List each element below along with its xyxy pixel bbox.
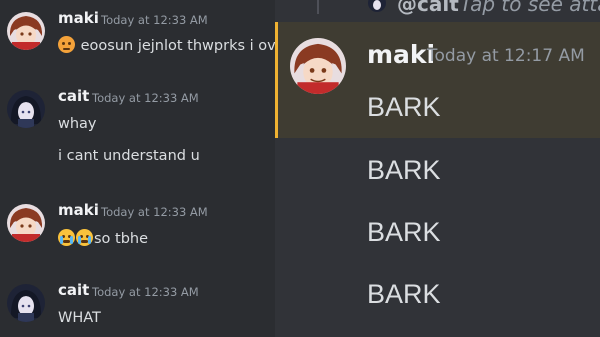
message-text: so tbhe <box>58 229 148 247</box>
username[interactable]: maki <box>367 40 435 69</box>
message-cait-2[interactable]: cait Today at 12:33 AM WHAT <box>0 272 275 337</box>
message-line: BARK <box>367 92 441 122</box>
username[interactable]: cait <box>58 281 89 299</box>
cait-avatar[interactable] <box>7 90 45 128</box>
reply-preview[interactable]: @cait Tap to see attach <box>275 0 600 18</box>
message-cait-1[interactable]: cait Today at 12:33 AM whay i cant under… <box>0 78 275 183</box>
reply-username[interactable]: @cait <box>397 0 459 16</box>
crying-face-emoji-icon <box>58 229 75 246</box>
right-chat-pane: @cait Tap to see attach maki Today at 12… <box>275 0 600 337</box>
reply-text[interactable]: Tap to see attach <box>460 0 600 16</box>
timestamp: Today at 12:33 AM <box>101 13 208 27</box>
timestamp: Today at 12:33 AM <box>101 205 208 219</box>
maki-avatar[interactable] <box>290 38 346 94</box>
message-line: whay <box>58 116 97 132</box>
angry-face-emoji-icon <box>58 36 75 53</box>
username[interactable]: maki <box>58 9 99 27</box>
message-line: eoosun jejnlot thwprks i ov <box>80 38 275 54</box>
crying-face-emoji-icon <box>76 229 93 246</box>
message-line: so tbhe <box>94 231 149 247</box>
maki-avatar[interactable] <box>7 204 45 242</box>
cait-avatar[interactable] <box>7 284 45 322</box>
message-maki-1[interactable]: maki Today at 12:33 AM eoosun jejnlot th… <box>0 0 275 70</box>
message-text: eoosun jejnlot thwprks i ov <box>58 36 275 54</box>
username[interactable]: maki <box>58 201 99 219</box>
left-chat-pane: maki Today at 12:33 AM eoosun jejnlot th… <box>0 0 275 337</box>
message-line: BARK <box>367 217 441 247</box>
message-maki-2[interactable]: maki Today at 12:33 AM so tbhe <box>0 192 275 262</box>
message-line: WHAT <box>58 310 101 326</box>
username[interactable]: cait <box>58 87 89 105</box>
timestamp: Today at 12:33 AM <box>92 91 199 105</box>
reply-thread-line <box>317 0 319 14</box>
message-line: BARK <box>367 155 441 185</box>
message-line: i cant understand u <box>58 148 200 164</box>
timestamp: Today at 12:33 AM <box>92 285 199 299</box>
cait-avatar <box>368 0 386 12</box>
message-line: BARK <box>367 279 441 309</box>
timestamp: Today at 12:17 AM <box>427 46 585 66</box>
maki-avatar[interactable] <box>7 12 45 50</box>
